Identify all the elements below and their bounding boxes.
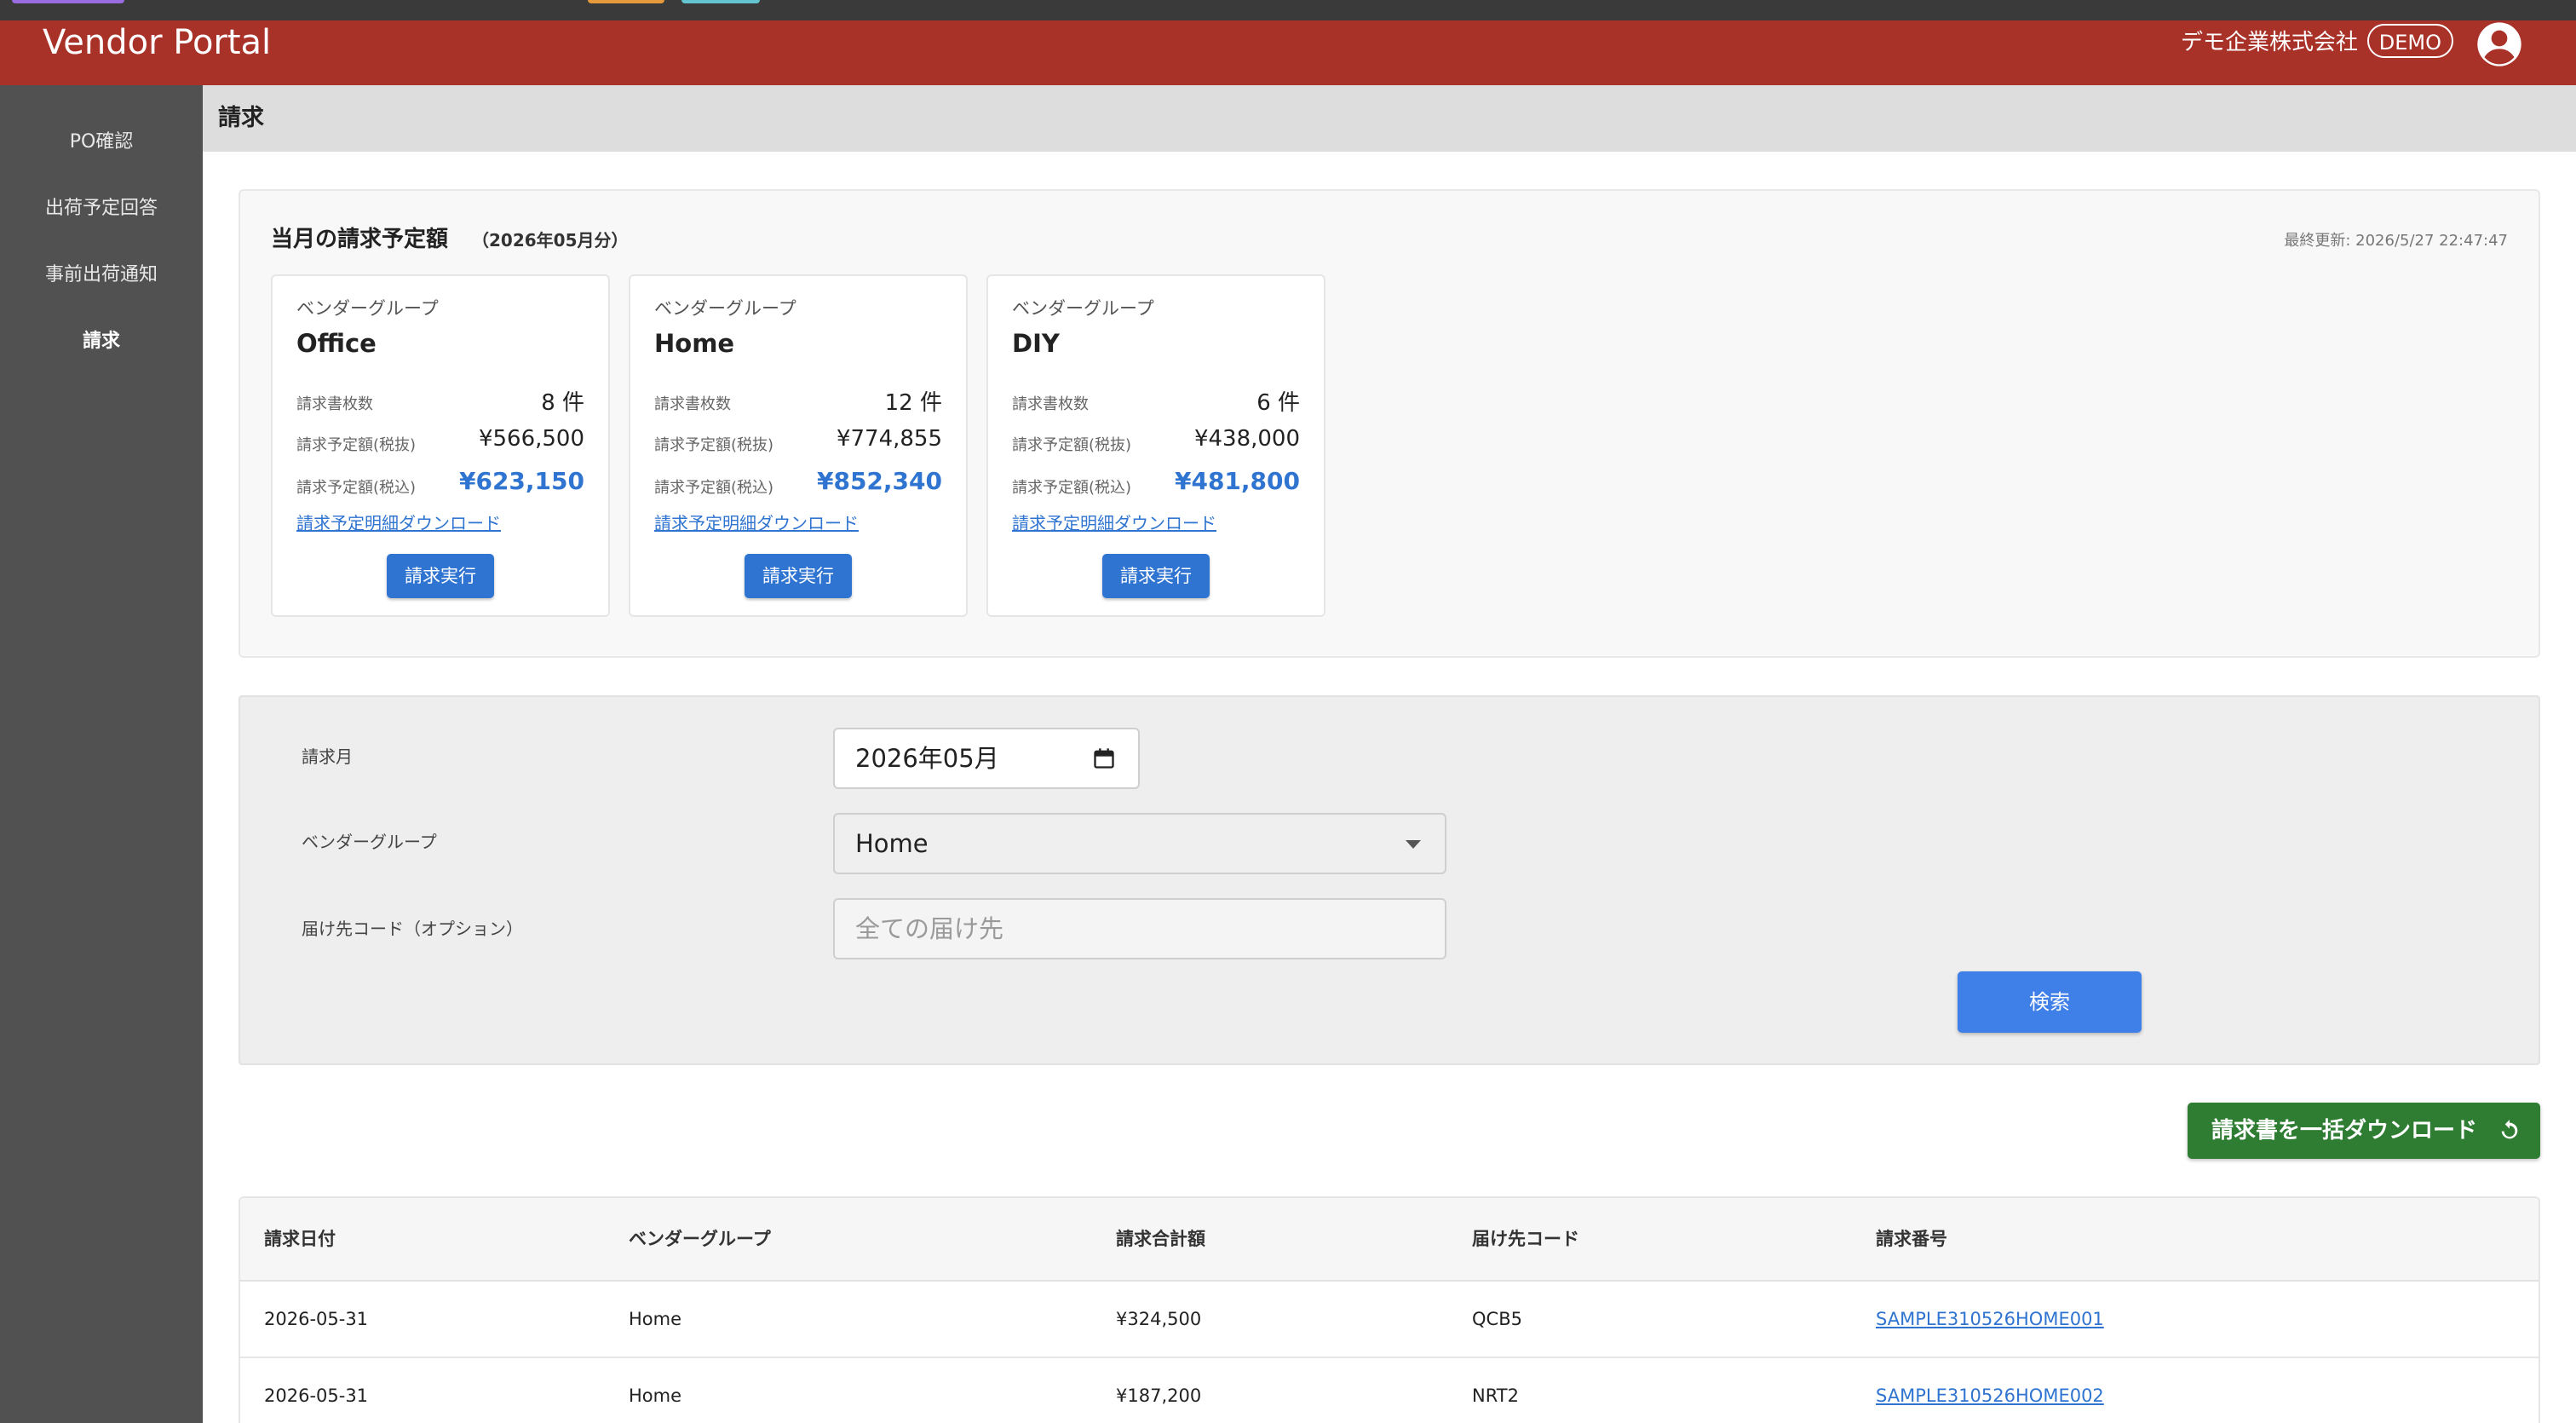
invoice-count: 8 件 [541, 390, 584, 416]
detail-download-link[interactable]: 請求予定明細ダウンロード [654, 510, 859, 534]
bulk-download-label: 請求書を一括ダウンロード [2211, 1118, 2478, 1144]
vendor-group-label: ベンダーグループ [1012, 298, 1154, 319]
detail-download-link[interactable]: 請求予定明細ダウンロード [296, 510, 501, 534]
table-row: 2026-05-31 Home ¥187,200 NRT2 SAMPLE3105… [240, 1358, 2539, 1423]
sidebar-item-billing[interactable]: 請求 [0, 308, 203, 375]
amount-incl-label: 請求予定額(税込) [654, 479, 774, 497]
vendor-group-name: DIY [1012, 329, 1060, 358]
amount-incl: ¥481,800 [1174, 467, 1300, 495]
invoice-count-label: 請求書枚数 [654, 395, 731, 413]
cell-total: ¥324,500 [1116, 1309, 1202, 1329]
amount-incl: ¥623,150 [458, 467, 584, 495]
cell-date: 2026-05-31 [264, 1386, 369, 1406]
amount-incl: ¥852,340 [816, 467, 942, 495]
destination-code-input[interactable]: 全ての届け先 [833, 898, 1446, 959]
invoice-table: 請求日付 ベンダーグループ 請求合計額 届け先コード 請求番号 2026-05-… [239, 1196, 2540, 1423]
column-header-invoice-number: 請求番号 [1876, 1229, 1947, 1249]
amount-incl-label: 請求予定額(税込) [1012, 479, 1132, 497]
execute-billing-button[interactable]: 請求実行 [745, 554, 852, 598]
demo-badge: DEMO [2366, 24, 2453, 58]
destination-code-placeholder: 全ての届け先 [855, 914, 1004, 943]
cell-total: ¥187,200 [1116, 1386, 1202, 1406]
page-header: 請求 [203, 85, 2576, 152]
amount-excl-label: 請求予定額(税抜) [1012, 436, 1132, 454]
invoice-number-link[interactable]: SAMPLE310526HOME001 [1876, 1282, 2104, 1357]
table-row: 2026-05-31 Home ¥324,500 QCB5 SAMPLE3105… [240, 1282, 2539, 1358]
last-updated: 最終更新: 2026/5/27 22:47:47 [2284, 232, 2508, 250]
execute-billing-button[interactable]: 請求実行 [387, 554, 494, 598]
column-header-vendor-group: ベンダーグループ [629, 1229, 771, 1249]
cell-destination: QCB5 [1472, 1309, 1522, 1329]
column-header-date: 請求日付 [264, 1229, 336, 1249]
calendar-icon[interactable] [1092, 746, 1116, 770]
sidebar-item-asn[interactable]: 事前出荷通知 [0, 242, 203, 308]
invoice-count: 12 件 [884, 390, 942, 416]
column-header-total: 請求合計額 [1116, 1229, 1205, 1249]
top-strip [0, 0, 2576, 20]
billing-month-input[interactable]: 2026年05月 [833, 728, 1140, 789]
vendor-card-home: ベンダーグループ Home 請求書枚数 12 件 請求予定額(税抜) ¥774,… [629, 274, 968, 617]
vendor-group-select[interactable]: Home [833, 813, 1446, 874]
vendor-card-diy: ベンダーグループ DIY 請求書枚数 6 件 請求予定額(税抜) ¥438,00… [986, 274, 1325, 617]
cell-date: 2026-05-31 [264, 1309, 369, 1329]
invoice-count: 6 件 [1256, 390, 1300, 416]
amount-excl-label: 請求予定額(税抜) [296, 436, 417, 454]
strip-tab [588, 0, 664, 3]
sidebar: PO確認 出荷予定回答 事前出荷通知 請求 [0, 85, 203, 1423]
destination-code-label: 届け先コード（オプション） [302, 919, 523, 939]
vendor-card-office: ベンダーグループ Office 請求書枚数 8 件 請求予定額(税抜) ¥566… [271, 274, 610, 617]
account-circle-icon[interactable] [2475, 20, 2523, 68]
amount-excl: ¥774,855 [836, 426, 942, 452]
billing-month-label: 請求月 [302, 746, 353, 767]
invoice-count-label: 請求書枚数 [1012, 395, 1089, 413]
search-panel: 請求月 2026年05月 ベンダーグループ Home 届け先コード（オプション）… [239, 695, 2540, 1065]
vendor-group-field-label: ベンダーグループ [302, 832, 437, 852]
cell-destination: NRT2 [1472, 1386, 1519, 1406]
amount-excl-label: 請求予定額(税抜) [654, 436, 774, 454]
cell-vendor-group: Home [629, 1309, 682, 1329]
strip-tab [681, 0, 760, 3]
vendor-group-selected: Home [855, 829, 929, 858]
amount-excl: ¥438,000 [1193, 426, 1300, 452]
sidebar-item-po[interactable]: PO確認 [0, 109, 203, 176]
billing-month-value: 2026年05月 [855, 744, 999, 773]
billing-summary-panel: 当月の請求予定額 （2026年05月分） 最終更新: 2026/5/27 22:… [239, 189, 2540, 658]
detail-download-link[interactable]: 請求予定明細ダウンロード [1012, 510, 1216, 534]
vendor-group-name: Home [654, 329, 735, 358]
invoice-count-label: 請求書枚数 [296, 395, 373, 413]
app-header: Vendor Portal デモ企業株式会社 DEMO [0, 20, 2576, 85]
bulk-download-button[interactable]: 請求書を一括ダウンロード [2188, 1103, 2540, 1159]
amount-excl: ¥566,500 [478, 426, 584, 452]
sidebar-nav: PO確認 出荷予定回答 事前出荷通知 請求 [0, 0, 203, 375]
search-button[interactable]: 検索 [1958, 971, 2142, 1033]
vendor-group-name: Office [296, 329, 377, 358]
execute-billing-button[interactable]: 請求実行 [1102, 554, 1210, 598]
dropdown-caret-icon [1406, 840, 1421, 849]
company-name: デモ企業株式会社 [2180, 30, 2358, 55]
cell-vendor-group: Home [629, 1386, 682, 1406]
vendor-group-label: ベンダーグループ [654, 298, 796, 319]
summary-period: （2026年05月分） [472, 230, 629, 251]
amount-incl-label: 請求予定額(税込) [296, 479, 417, 497]
sidebar-item-shipping-reply[interactable]: 出荷予定回答 [0, 176, 203, 242]
page-title: 請求 [218, 105, 264, 131]
invoice-number-link[interactable]: SAMPLE310526HOME002 [1876, 1358, 2104, 1423]
table-header: 請求日付 ベンダーグループ 請求合計額 届け先コード 請求番号 [240, 1198, 2539, 1282]
refresh-icon [2501, 1120, 2518, 1139]
column-header-destination: 届け先コード [1472, 1229, 1579, 1249]
vendor-group-label: ベンダーグループ [296, 298, 439, 319]
summary-title: 当月の請求予定額 [271, 227, 449, 252]
